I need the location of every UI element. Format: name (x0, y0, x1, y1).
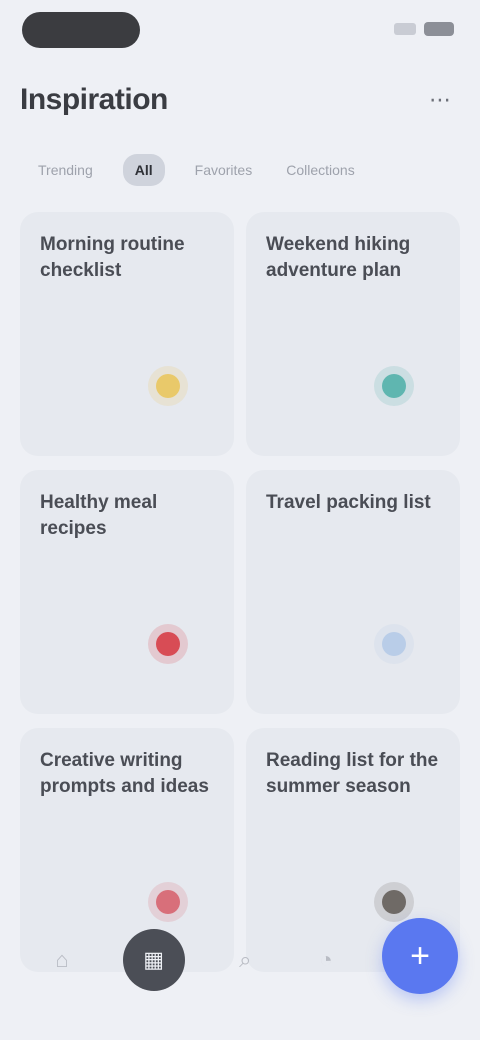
pen-icon (148, 882, 188, 922)
plane-icon (374, 624, 414, 664)
book-icon (374, 882, 414, 922)
bottom-nav: ⌂ ▦ ⌕ ◔ (24, 924, 364, 996)
more-icon[interactable]: ⋯ (420, 80, 460, 120)
tab-bar: Trending All Favorites Collections (34, 150, 460, 190)
card-icon-dot (382, 374, 406, 398)
tab-collections[interactable]: Collections (282, 154, 358, 186)
status-bar (0, 0, 480, 64)
card-title: Weekend hiking adventure plan (266, 234, 411, 281)
card-icon-dot (156, 632, 180, 656)
card-icon-dot (382, 890, 406, 914)
plus-icon: + (410, 936, 430, 975)
tab-trending[interactable]: Trending (34, 154, 97, 186)
card-grid: Morning routine checklist Weekend hiking… (20, 212, 460, 972)
home-icon[interactable]: ⌂ (42, 940, 82, 980)
heart-icon (148, 624, 188, 664)
leaf-icon (374, 366, 414, 406)
card-icon-dot (156, 374, 180, 398)
card-title: Healthy meal recipes (40, 492, 158, 539)
search-icon[interactable]: ⌕ (225, 940, 265, 980)
card[interactable]: Healthy meal recipes (20, 470, 234, 714)
tab-all[interactable]: All (122, 154, 165, 186)
tab-favorites[interactable]: Favorites (191, 154, 257, 186)
card[interactable]: Weekend hiking adventure plan (246, 212, 460, 456)
card[interactable]: Travel packing list (246, 470, 460, 714)
status-pill (22, 12, 140, 48)
card[interactable]: Morning routine checklist (20, 212, 234, 456)
card-icon-dot (156, 890, 180, 914)
page-title: Inspiration (20, 83, 168, 116)
header: Inspiration ⋯ (20, 76, 460, 124)
add-button[interactable]: + (382, 918, 458, 994)
status-indicators (394, 22, 454, 36)
card-icon-dot (382, 632, 406, 656)
sun-icon (148, 366, 188, 406)
card-title: Travel packing list (266, 492, 431, 513)
profile-icon[interactable]: ◔ (306, 940, 346, 980)
card-title: Morning routine checklist (40, 234, 185, 281)
card-title: Creative writing prompts and ideas (40, 750, 209, 797)
card-title: Reading list for the summer season (266, 750, 439, 797)
signal-icon (394, 23, 416, 35)
battery-icon (424, 22, 454, 36)
grid-icon[interactable]: ▦ (122, 929, 185, 991)
